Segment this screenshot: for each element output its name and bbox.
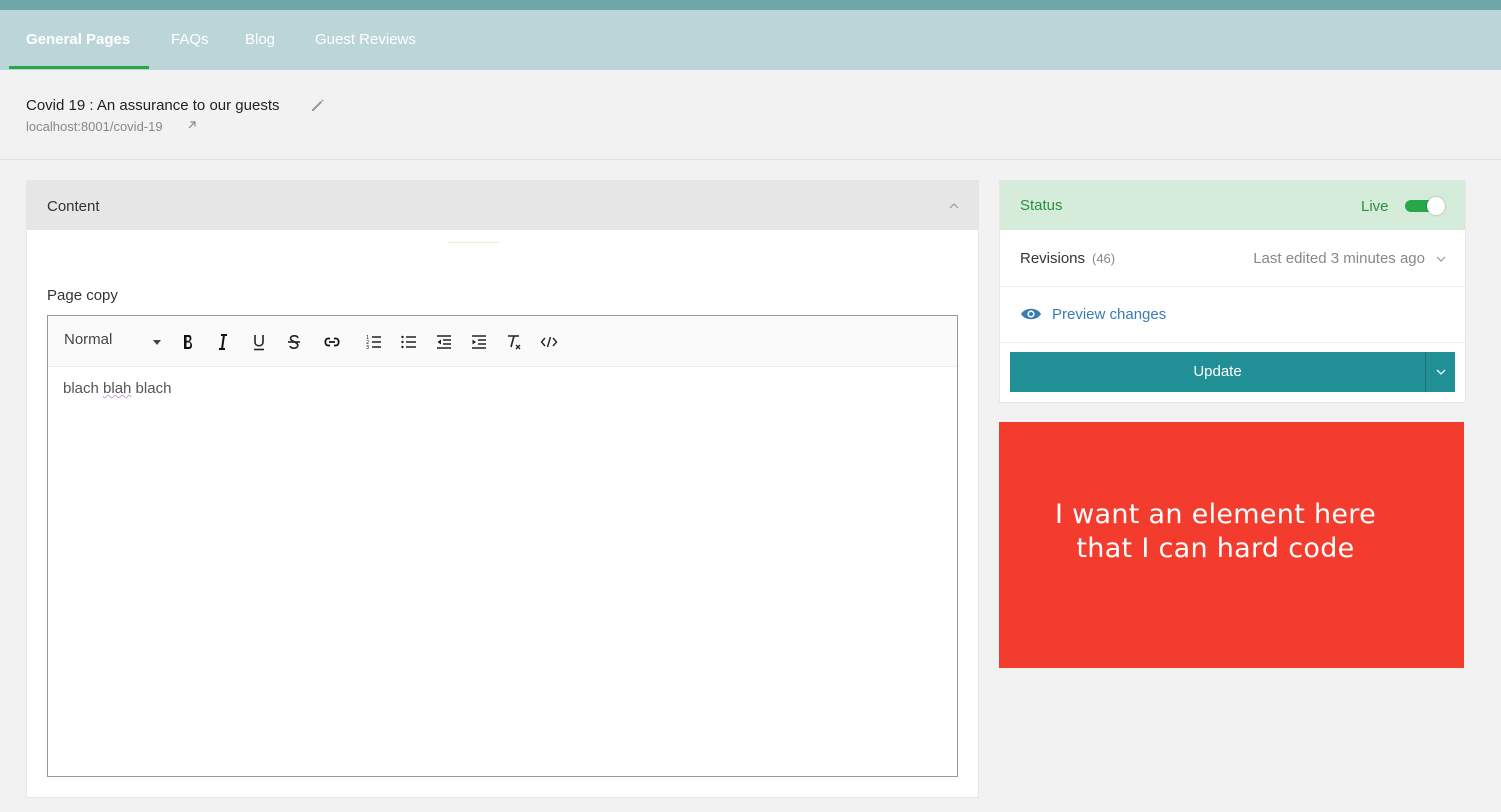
last-edited: Last edited 3 minutes ago: [1253, 250, 1425, 267]
italic-icon: [219, 334, 227, 350]
outdent-button[interactable]: [432, 330, 456, 354]
indent-button[interactable]: [467, 330, 491, 354]
content-panel-header[interactable]: Content: [27, 181, 978, 230]
bullet-list-button[interactable]: [397, 330, 421, 354]
ordered-list-icon: 1 2 3: [366, 335, 381, 351]
preview-changes-link[interactable]: Preview changes: [1052, 306, 1166, 323]
code-view-button[interactable]: [537, 330, 561, 354]
toggle-knob: [1427, 197, 1445, 215]
underline-icon: [254, 335, 264, 351]
code-icon: [540, 336, 558, 348]
clear-format-icon: [508, 335, 521, 350]
update-options-button[interactable]: [1425, 352, 1455, 392]
page-copy-label: Page copy: [47, 287, 118, 304]
promo-text: I want an element here that I can hard c…: [999, 498, 1432, 566]
bullet-list-icon: [401, 335, 416, 349]
top-accent-bar: [0, 0, 1501, 10]
live-toggle[interactable]: [1405, 197, 1445, 215]
italic-button[interactable]: [211, 330, 235, 354]
eye-icon[interactable]: [1020, 305, 1042, 323]
promo-line-2: that I can hard code: [1076, 533, 1355, 564]
rich-text-editor: Normal 1 2 3 blach blah blach: [47, 315, 958, 777]
editor-text-start: blach: [63, 380, 104, 397]
link-button[interactable]: [320, 330, 344, 354]
page-url[interactable]: localhost:8001/covid-19: [26, 119, 163, 134]
promo-line-1: I want an element here: [1054, 499, 1377, 530]
live-label: Live: [1361, 198, 1389, 215]
tab-blog[interactable]: Blog: [245, 10, 275, 70]
status-title: Status: [1020, 197, 1063, 214]
tab-guest-reviews[interactable]: Guest Reviews: [315, 10, 416, 70]
tab-faqs[interactable]: FAQs: [171, 10, 209, 70]
bold-button[interactable]: [176, 330, 200, 354]
ordered-list-button[interactable]: 1 2 3: [362, 330, 386, 354]
revisions-label: Revisions: [1020, 250, 1086, 267]
editor-content[interactable]: blach blah blach: [63, 380, 171, 397]
misspelled-word: blah: [103, 380, 132, 397]
link-icon: [324, 337, 340, 347]
status-header: Status Live: [1000, 181, 1465, 230]
page-title: Covid 19 : An assurance to our guests: [26, 97, 280, 114]
tab-general-pages[interactable]: General Pages: [26, 10, 130, 70]
active-tab-indicator: [9, 66, 149, 69]
preview-row: Preview changes: [1000, 288, 1465, 343]
chevron-down-icon[interactable]: [1435, 253, 1447, 265]
caret-down-icon: [153, 340, 161, 345]
editor-text-end: blach: [131, 380, 172, 397]
content-panel: Content Page copy Normal 1 2 3 blach bla…: [26, 180, 979, 798]
promo-placeholder-box: I want an element here that I can hard c…: [999, 422, 1464, 668]
pencil-icon[interactable]: [310, 97, 326, 113]
format-select[interactable]: Normal: [64, 331, 164, 353]
status-panel: Status Live Revisions (46) Last edited 3…: [999, 180, 1466, 403]
underline-button[interactable]: [247, 330, 271, 354]
update-button[interactable]: Update: [1010, 352, 1425, 392]
bold-icon: [184, 335, 192, 349]
divider: [447, 242, 499, 243]
revisions-row[interactable]: Revisions (46) Last edited 3 minutes ago: [1000, 231, 1465, 287]
strikethrough-button[interactable]: [282, 330, 306, 354]
indent-icon: [472, 335, 486, 349]
chevron-up-icon[interactable]: [948, 200, 960, 212]
chevron-down-icon: [1436, 369, 1446, 375]
revisions-count: (46): [1092, 251, 1116, 266]
tab-bar: General Pages FAQs Blog Guest Reviews: [0, 10, 1501, 70]
page-header: Covid 19 : An assurance to our guests lo…: [0, 70, 1501, 160]
editor-toolbar: Normal 1 2 3: [48, 316, 957, 367]
svg-text:3: 3: [366, 345, 369, 351]
strikethrough-icon: [288, 335, 300, 349]
outdent-icon: [437, 335, 451, 349]
external-link-icon[interactable]: [186, 119, 198, 131]
content-panel-title: Content: [47, 198, 100, 215]
clear-format-button[interactable]: [502, 330, 526, 354]
